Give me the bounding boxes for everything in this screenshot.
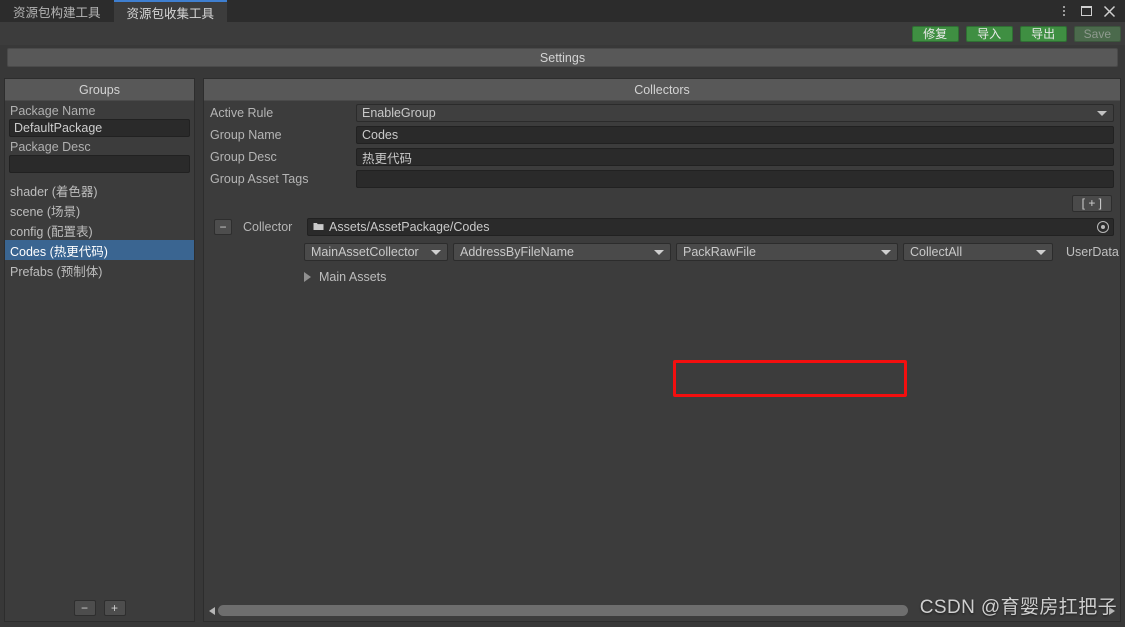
- groups-panel: Groups Package Name DefaultPackage Packa…: [4, 78, 195, 622]
- horizontal-scrollbar[interactable]: [209, 604, 1115, 617]
- group-desc-label: Group Desc: [210, 150, 277, 164]
- window-controls: [1057, 0, 1125, 22]
- group-desc-row: Group Desc 热更代码: [204, 147, 1120, 167]
- groups-footer: − +: [5, 595, 194, 621]
- group-item-label: config (配置表): [10, 224, 93, 239]
- main-assets-label: Main Assets: [319, 270, 387, 284]
- save-button[interactable]: Save: [1073, 25, 1121, 42]
- folder-icon: [313, 220, 324, 234]
- add-group-button[interactable]: +: [103, 600, 126, 616]
- collectors-header: Collectors: [204, 79, 1120, 101]
- group-name-value: Codes: [362, 128, 399, 142]
- collectors-header-label: Collectors: [634, 82, 690, 97]
- remove-collector-button[interactable]: −: [214, 219, 232, 235]
- arrow-right-icon[interactable]: [1109, 606, 1115, 615]
- group-desc-input[interactable]: 热更代码: [356, 148, 1114, 166]
- groups-header: Groups: [5, 79, 194, 101]
- remove-group-button[interactable]: −: [73, 600, 96, 616]
- collector-entry: − Collector Assets/AssetPackage/Codes Ma…: [204, 217, 1120, 397]
- add-collector-button[interactable]: [ + ]: [1071, 195, 1112, 212]
- group-item-label: Prefabs (预制体): [10, 264, 103, 279]
- tab-collector-tool[interactable]: 资源包收集工具: [113, 0, 228, 22]
- settings-bar[interactable]: Settings: [7, 48, 1118, 67]
- group-item-label: scene (场景): [10, 204, 81, 219]
- address-rule-value: AddressByFileName: [460, 245, 574, 259]
- chevron-down-icon: [431, 250, 441, 255]
- arrow-left-icon[interactable]: [209, 606, 215, 615]
- group-item-codes[interactable]: Codes (热更代码): [5, 240, 194, 260]
- group-name-label: Group Name: [210, 128, 282, 142]
- group-list: shader (着色器) scene (场景) config (配置表) Cod…: [5, 180, 194, 280]
- active-rule-value: EnableGroup: [362, 106, 436, 120]
- package-name-value: DefaultPackage: [14, 121, 103, 135]
- pack-rule-value: PackRawFile: [683, 245, 756, 259]
- tab-label: 资源包收集工具: [126, 6, 215, 21]
- collectors-panel: Collectors Active Rule EnableGroup Group…: [203, 78, 1121, 622]
- group-item-shader[interactable]: shader (着色器): [5, 180, 194, 200]
- tab-bar-spacer: [227, 0, 1057, 22]
- group-asset-tags-input[interactable]: [356, 170, 1114, 188]
- group-name-row: Group Name Codes: [204, 125, 1120, 145]
- scrollbar-track[interactable]: [218, 605, 1106, 616]
- top-toolbar: 修复 导入 导出 Save: [0, 22, 1125, 45]
- add-collector-row: [ + ]: [204, 189, 1120, 214]
- active-rule-label: Active Rule: [210, 106, 274, 120]
- chevron-down-icon: [1036, 250, 1046, 255]
- collector-type-value: MainAssetCollector: [311, 245, 419, 259]
- group-item-config[interactable]: config (配置表): [5, 220, 194, 240]
- collector-path-row: − Collector Assets/AssetPackage/Codes: [204, 217, 1120, 237]
- main-assets-foldout[interactable]: Main Assets: [204, 267, 1120, 287]
- pack-rule-highlight: [673, 360, 907, 397]
- group-name-input[interactable]: Codes: [356, 126, 1114, 144]
- collector-label: Collector: [243, 220, 293, 234]
- collector-rules-row: MainAssetCollector AddressByFileName Pac…: [204, 241, 1120, 263]
- editor-window: 资源包构建工具 资源包收集工具 修复 导入 导出 Save Settings G…: [0, 0, 1125, 627]
- group-item-label: shader (着色器): [10, 184, 98, 199]
- address-rule-dropdown[interactable]: AddressByFileName: [453, 243, 671, 261]
- filter-rule-value: CollectAll: [910, 245, 963, 259]
- collector-path-field[interactable]: Assets/AssetPackage/Codes: [307, 218, 1114, 236]
- group-asset-tags-label: Group Asset Tags: [210, 172, 309, 186]
- target-picker-icon[interactable]: [1097, 221, 1109, 233]
- user-data-label: UserData: [1066, 245, 1119, 259]
- package-desc-input[interactable]: [9, 155, 190, 173]
- vertical-dots-icon[interactable]: [1057, 5, 1070, 18]
- group-item-prefabs[interactable]: Prefabs (预制体): [5, 260, 194, 280]
- pack-rule-dropdown[interactable]: PackRawFile: [676, 243, 898, 261]
- chevron-down-icon: [654, 250, 664, 255]
- group-item-label: Codes (热更代码): [10, 244, 108, 259]
- group-asset-tags-row: Group Asset Tags: [204, 169, 1120, 189]
- filter-rule-dropdown[interactable]: CollectAll: [903, 243, 1053, 261]
- group-item-scene[interactable]: scene (场景): [5, 200, 194, 220]
- groups-header-label: Groups: [79, 82, 120, 97]
- package-desc-label: Package Desc: [10, 140, 91, 154]
- group-desc-value: 热更代码: [362, 151, 413, 166]
- chevron-down-icon: [881, 250, 891, 255]
- package-name-input[interactable]: DefaultPackage: [9, 119, 190, 137]
- chevron-right-icon: [304, 272, 311, 282]
- collector-path-value: Assets/AssetPackage/Codes: [329, 220, 490, 234]
- close-icon[interactable]: [1103, 5, 1116, 18]
- repair-button[interactable]: 修复: [911, 25, 959, 42]
- scrollbar-thumb[interactable]: [218, 605, 908, 616]
- import-button[interactable]: 导入: [965, 25, 1013, 42]
- export-button[interactable]: 导出: [1019, 25, 1067, 42]
- collector-type-dropdown[interactable]: MainAssetCollector: [304, 243, 448, 261]
- settings-label: Settings: [539, 50, 586, 65]
- active-rule-dropdown[interactable]: EnableGroup: [356, 104, 1114, 122]
- tab-bar: 资源包构建工具 资源包收集工具: [0, 0, 1125, 22]
- active-rule-row: Active Rule EnableGroup: [204, 103, 1120, 123]
- chevron-down-icon: [1097, 111, 1107, 116]
- tab-build-tool[interactable]: 资源包构建工具: [0, 0, 114, 22]
- maximize-icon[interactable]: [1081, 6, 1092, 16]
- tab-label: 资源包构建工具: [13, 5, 101, 20]
- package-name-label: Package Name: [10, 104, 96, 118]
